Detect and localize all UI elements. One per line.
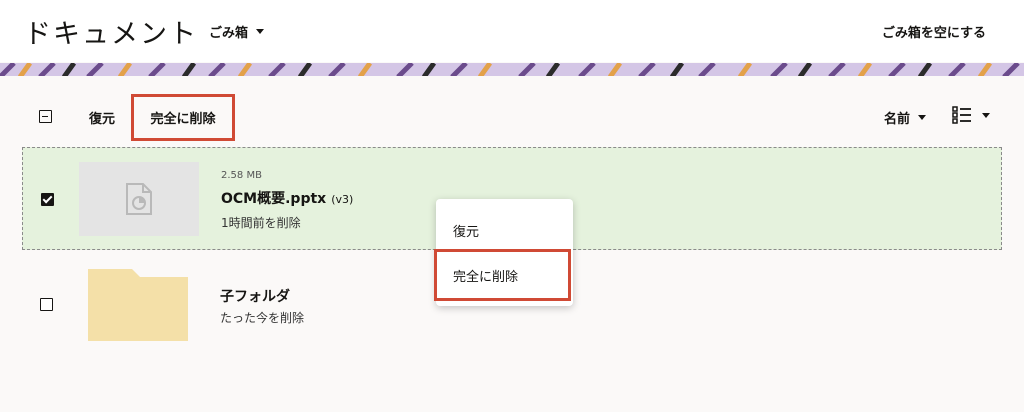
deleted-time: 1時間前を削除 (221, 216, 301, 230)
file-name-link[interactable]: OCM概要.pptx (v3) (221, 188, 353, 208)
file-version: (v3) (331, 193, 354, 206)
delete-permanently-button[interactable]: 完全に削除 (131, 94, 235, 141)
folder-name[interactable]: 子フォルダ (220, 286, 290, 306)
file-presentation-icon (126, 183, 152, 215)
item-checkbox[interactable] (40, 298, 53, 311)
file-thumbnail[interactable] (79, 162, 199, 236)
banner-pattern (0, 62, 1024, 76)
delete-permanently-label: 完全に削除 (150, 112, 216, 127)
chevron-down-icon (256, 29, 265, 34)
action-toolbar: 復元 完全に削除 名前 (0, 92, 1024, 142)
list-view-icon (952, 106, 971, 124)
item-checkbox[interactable] (41, 193, 54, 206)
select-all-checkbox[interactable] (39, 110, 52, 123)
context-menu-restore[interactable]: 復元 (453, 221, 479, 240)
folder-dropdown-label: ごみ箱 (209, 26, 249, 41)
folder-dropdown[interactable]: ごみ箱 (209, 22, 265, 41)
chevron-down-icon (982, 112, 990, 118)
sort-label: 名前 (884, 112, 911, 127)
folder-thumbnail[interactable] (86, 267, 190, 347)
chevron-down-icon (918, 115, 927, 120)
context-menu-delete-permanently[interactable]: 完全に削除 (434, 249, 571, 301)
deleted-time: たった今を削除 (220, 311, 305, 325)
restore-button[interactable]: 復元 (89, 108, 115, 127)
file-size: 2.58 MB (221, 170, 262, 181)
context-menu: 復元 完全に削除 (434, 199, 573, 306)
empty-trash-button[interactable]: ごみ箱を空にする (882, 22, 986, 41)
file-name: OCM概要.pptx (221, 191, 327, 207)
app-header: ドキュメント ごみ箱 ごみ箱を空にする (0, 0, 1024, 62)
folder-icon (88, 269, 188, 341)
view-mode-dropdown[interactable] (952, 106, 990, 124)
page-title: ドキュメント (24, 19, 198, 50)
context-menu-delete-label: 完全に削除 (453, 269, 519, 285)
decorative-banner (0, 62, 1024, 76)
sort-dropdown[interactable]: 名前 (884, 108, 927, 127)
